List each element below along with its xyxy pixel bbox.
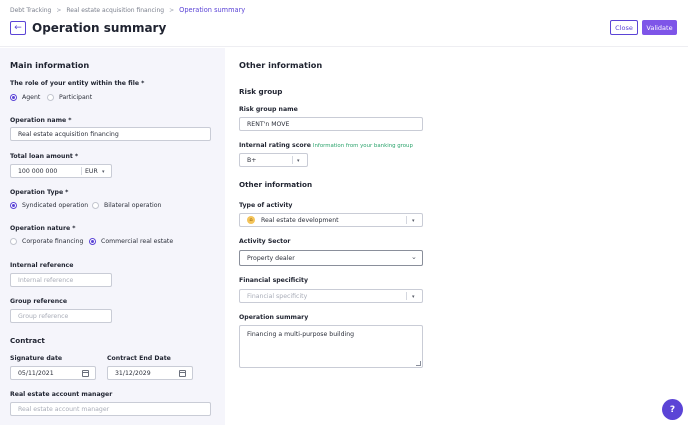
- breadcrumb-separator: >: [169, 6, 175, 14]
- group-reference-input[interactable]: Group reference: [10, 309, 112, 323]
- contract-end-date-input[interactable]: 31/12/2029: [107, 366, 193, 380]
- main-information-panel: Main information The role of your entity…: [0, 48, 225, 425]
- radio-unchecked-icon: [10, 238, 17, 245]
- account-manager-input[interactable]: Real estate account manager: [10, 402, 211, 416]
- page-title: Operation summary: [32, 21, 167, 35]
- operation-nature-label: Operation nature *: [10, 225, 76, 232]
- radio-checked-icon: [10, 94, 17, 101]
- operation-summary-label: Operation summary: [239, 314, 309, 321]
- risk-group-name-input[interactable]: RENT'n MOVE: [239, 117, 423, 131]
- contract-end-date-label: Contract End Date: [107, 355, 171, 362]
- risk-group-name-label: Risk group name: [239, 106, 298, 113]
- activity-sector-select[interactable]: Property dealer ⌄: [239, 250, 423, 266]
- financial-specificity-select[interactable]: Financial specificity ▾: [239, 289, 423, 303]
- internal-rating-select[interactable]: B+ ▾: [239, 153, 308, 167]
- radio-checked-icon: [10, 202, 17, 209]
- rating-hint: Information from your banking group: [312, 143, 413, 149]
- breadcrumb-current: Operation summary: [179, 6, 246, 14]
- type-of-activity-label: Type of activity: [239, 202, 293, 209]
- caret-down-icon: ▾: [297, 158, 300, 164]
- commercial-real-estate-radio[interactable]: Commercial real estate: [89, 238, 173, 245]
- risk-group-title: Risk group: [239, 87, 283, 96]
- breadcrumb-separator: >: [56, 6, 62, 14]
- type-of-activity-select[interactable]: ⌂ Real estate development ▾: [239, 213, 423, 227]
- caret-down-icon: ▾: [412, 294, 415, 300]
- radio-unchecked-icon: [47, 94, 54, 101]
- caret-down-icon: ▾: [102, 169, 105, 175]
- operation-type-label: Operation Type *: [10, 189, 69, 196]
- radio-unchecked-icon: [92, 202, 99, 209]
- divider: [406, 216, 407, 224]
- total-loan-value: 100 000 000: [18, 167, 58, 175]
- breadcrumb-item-financing[interactable]: Real estate acquisition financing: [66, 7, 164, 14]
- currency-select[interactable]: EUR: [85, 168, 98, 175]
- corporate-financing-radio[interactable]: Corporate financing: [10, 238, 83, 245]
- financial-specificity-label: Financial specificity: [239, 277, 309, 284]
- role-label: The role of your entity within the file *: [10, 80, 145, 87]
- syndicated-operation-radio[interactable]: Syndicated operation: [10, 202, 88, 209]
- back-button[interactable]: ←: [10, 21, 26, 35]
- role-agent-radio[interactable]: Agent: [10, 94, 40, 101]
- account-manager-label: Real estate account manager: [10, 391, 113, 398]
- building-icon: ⌂: [247, 216, 255, 224]
- total-loan-input[interactable]: 100 000 000 EUR ▾: [10, 164, 112, 178]
- breadcrumb-item-debt-tracking[interactable]: Debt Tracking: [10, 7, 51, 14]
- help-button[interactable]: ?: [662, 399, 683, 420]
- calendar-icon[interactable]: [179, 370, 186, 377]
- internal-rating-label: Internal rating score Information from yo…: [239, 142, 413, 149]
- activity-sector-label: Activity Sector: [239, 238, 291, 245]
- divider: [81, 167, 82, 175]
- main-information-title: Main information: [10, 60, 90, 70]
- calendar-icon[interactable]: [82, 370, 89, 377]
- contract-title: Contract: [10, 336, 45, 345]
- role-participant-radio[interactable]: Participant: [47, 94, 92, 101]
- breadcrumb: Debt Tracking > Real estate acquisition …: [10, 6, 245, 14]
- arrow-left-icon: ←: [14, 22, 22, 33]
- group-reference-label: Group reference: [10, 298, 68, 305]
- radio-checked-icon: [89, 238, 96, 245]
- chevron-down-icon: ⌄: [411, 253, 417, 261]
- divider: [292, 156, 293, 164]
- operation-name-label: Operation name *: [10, 117, 72, 124]
- internal-reference-input[interactable]: Internal reference: [10, 273, 112, 287]
- operation-summary-textarea[interactable]: Financing a multi-purpose building: [239, 325, 423, 368]
- resize-handle-icon[interactable]: [416, 361, 421, 366]
- other-information-panel: Other information Risk group Risk group …: [225, 48, 688, 425]
- signature-date-input[interactable]: 05/11/2021: [10, 366, 96, 380]
- other-information-subtitle: Other information: [239, 180, 313, 189]
- caret-down-icon: ▾: [412, 218, 415, 224]
- top-bar: Debt Tracking > Real estate acquisition …: [0, 0, 688, 47]
- operation-name-input[interactable]: Real estate acquisition financing: [10, 127, 211, 141]
- other-information-title: Other information: [239, 60, 323, 70]
- internal-reference-label: Internal reference: [10, 262, 74, 269]
- signature-date-label: Signature date: [10, 355, 63, 362]
- validate-button[interactable]: Validate: [642, 20, 677, 35]
- close-button[interactable]: Close: [610, 20, 638, 35]
- total-loan-label: Total loan amount *: [10, 153, 79, 160]
- divider: [406, 292, 407, 300]
- bilateral-operation-radio[interactable]: Bilateral operation: [92, 202, 161, 209]
